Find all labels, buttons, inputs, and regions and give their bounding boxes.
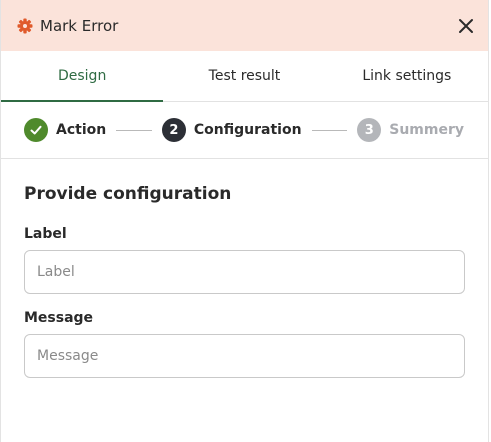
tab-design[interactable]: Design: [1, 51, 164, 102]
label-field-group: Label: [24, 226, 465, 294]
tab-test-result[interactable]: Test result: [163, 51, 325, 101]
step-label: Summery: [389, 122, 465, 138]
message-field-label: Message: [24, 310, 94, 326]
step-label: Action: [56, 122, 107, 138]
step-number: 3: [357, 118, 382, 142]
label-field-label: Label: [24, 226, 67, 242]
mark-error-panel: Mark Error Design Test result Link setti…: [0, 0, 489, 442]
step-label: Configuration: [193, 122, 302, 138]
message-input[interactable]: [24, 334, 465, 378]
configuration-form: Provide configuration Label Message: [1, 159, 488, 378]
panel-title: Mark Error: [40, 16, 119, 35]
form-title: Provide configuration: [24, 184, 232, 204]
label-input[interactable]: [24, 250, 465, 294]
step-connector: [116, 129, 152, 131]
check-icon: [24, 118, 48, 142]
stepper: Action 2 Configuration 3 Summery: [1, 102, 488, 159]
gear-icon: [16, 17, 34, 35]
close-icon[interactable]: [456, 16, 476, 36]
step-number: 2: [161, 118, 186, 142]
step-connector: [311, 129, 348, 131]
step-summery[interactable]: 3 Summery: [357, 118, 464, 142]
message-field-group: Message: [24, 310, 465, 378]
tab-link-settings[interactable]: Link settings: [326, 51, 488, 101]
panel-header: Mark Error: [1, 0, 488, 51]
step-action[interactable]: Action: [24, 118, 106, 142]
tab-bar: Design Test result Link settings: [1, 51, 488, 102]
step-configuration[interactable]: 2 Configuration: [161, 118, 302, 142]
